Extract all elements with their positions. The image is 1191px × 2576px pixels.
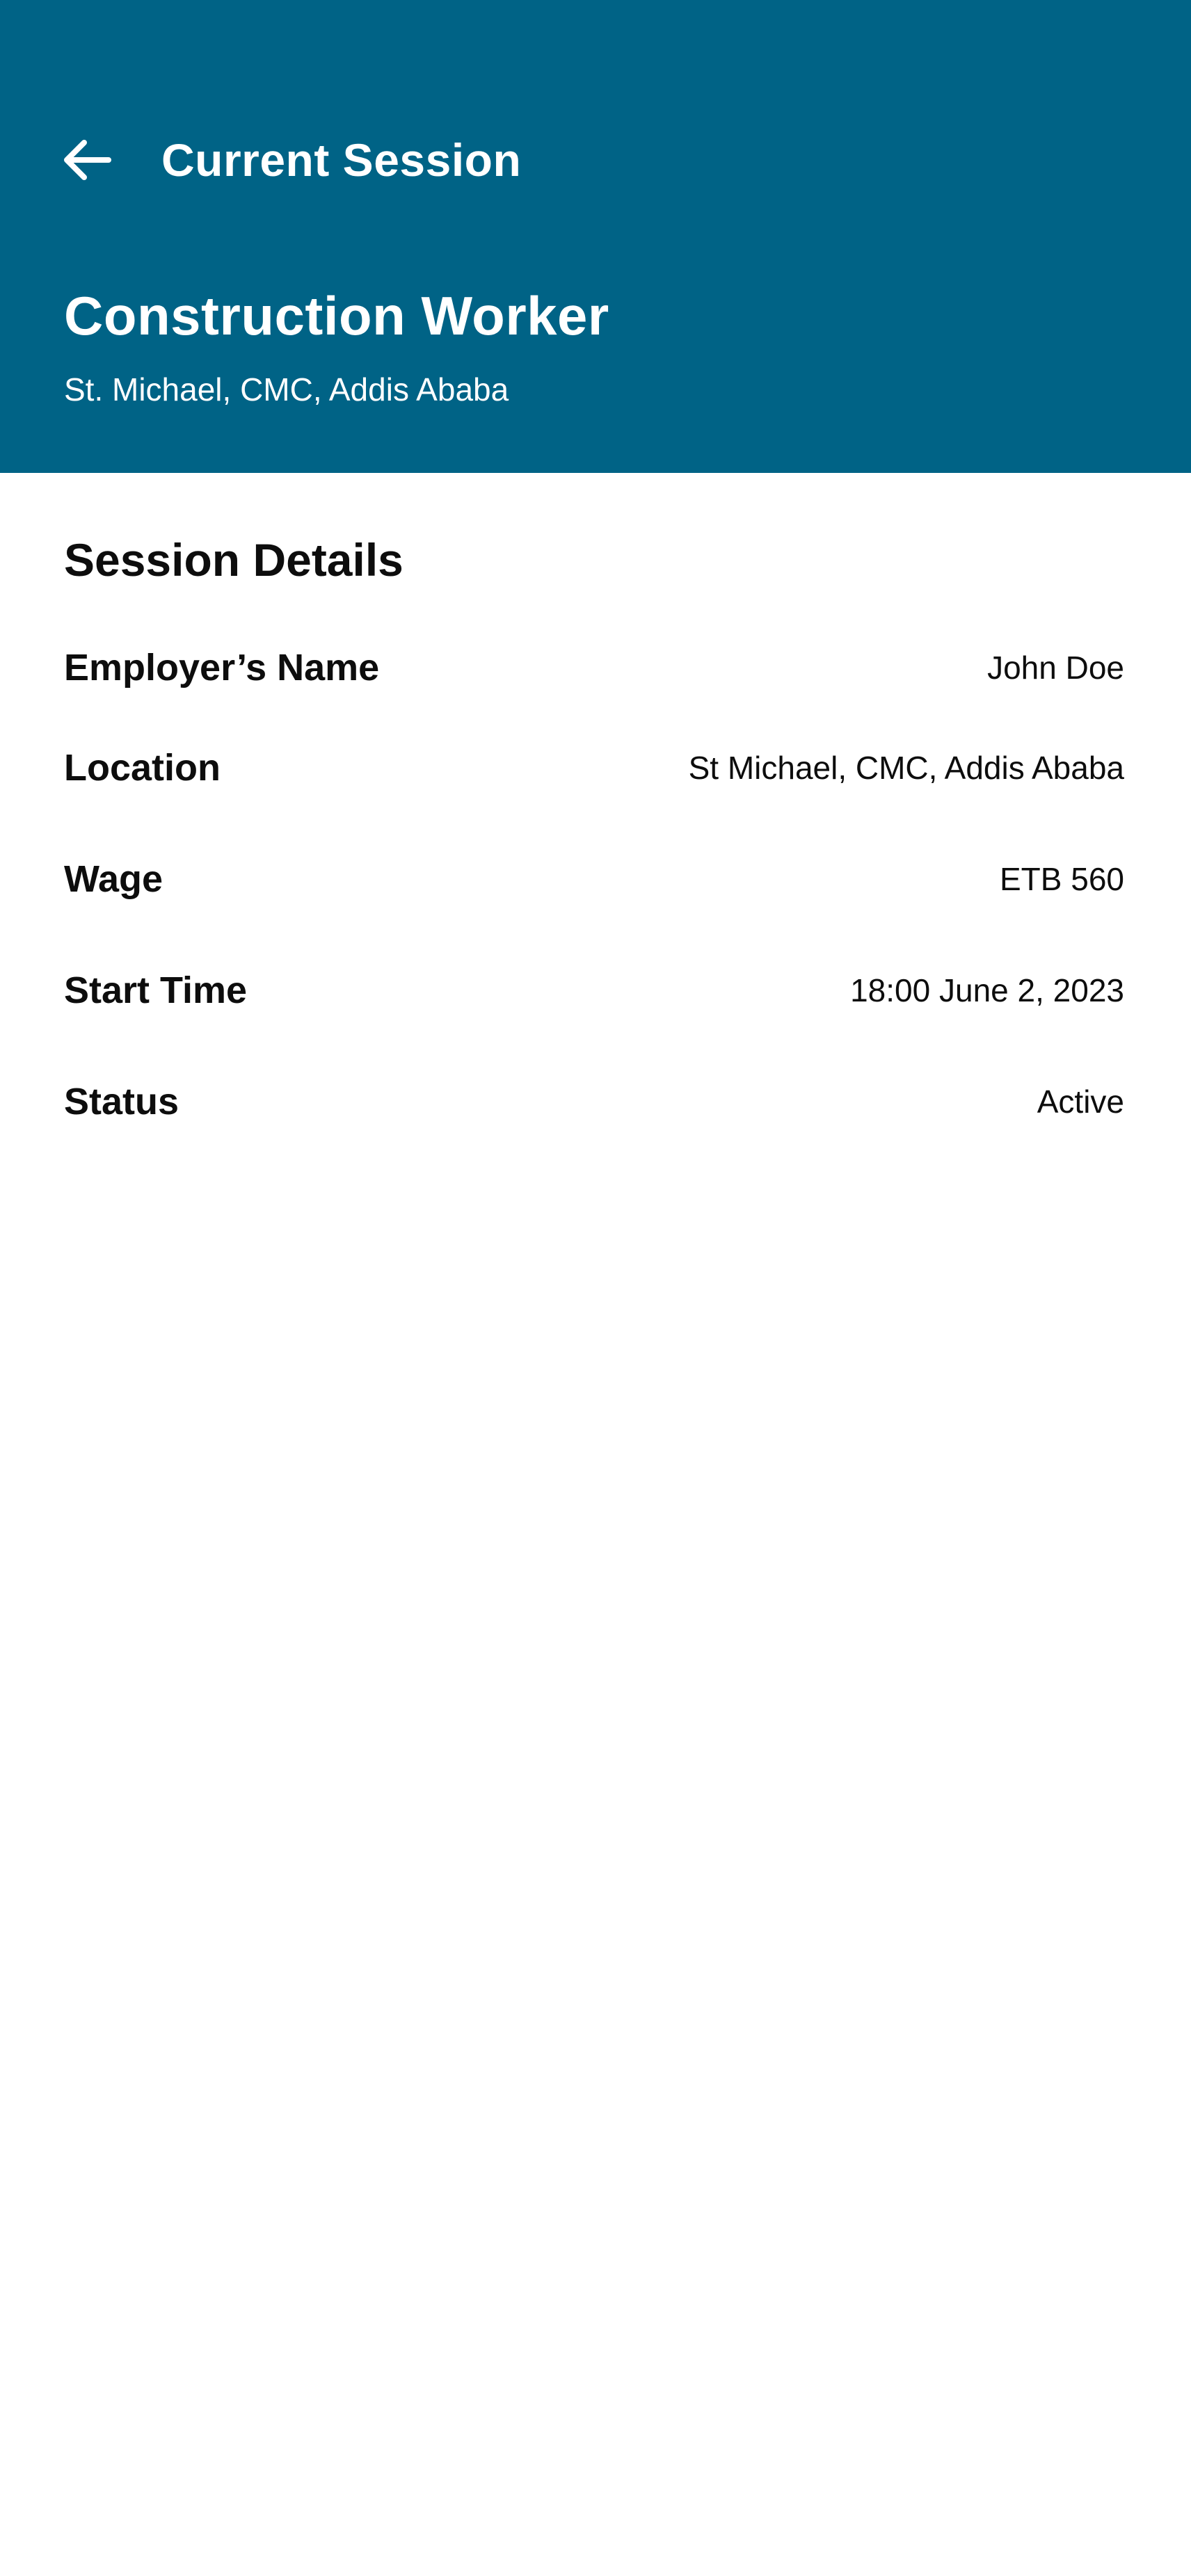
job-location: St. Michael, CMC, Addis Ababa (64, 371, 509, 408)
job-title: Construction Worker (64, 285, 609, 346)
section-title: Session Details (64, 534, 403, 586)
page-title: Current Session (161, 134, 522, 186)
status-value: Active (1037, 1084, 1124, 1120)
detail-label: Employer’s Name (64, 647, 380, 689)
back-button[interactable] (56, 132, 118, 188)
detail-label: Location (64, 747, 221, 789)
detail-row-wage: Wage ETB 560 (64, 851, 1124, 907)
detail-row-start-time: Start Time 18:00 June 2, 2023 (64, 963, 1124, 1018)
detail-label: Start Time (64, 969, 248, 1011)
detail-value: John Doe (987, 650, 1124, 686)
detail-label: Status (64, 1081, 179, 1122)
detail-row-employer-name: Employer’s Name John Doe (64, 640, 1124, 695)
arrow-left-icon (64, 140, 111, 180)
detail-value: St Michael, CMC, Addis Ababa (688, 750, 1124, 786)
detail-label: Wage (64, 858, 163, 900)
app-header: Current Session Construction Worker St. … (0, 0, 1191, 473)
detail-value: 18:00 June 2, 2023 (850, 972, 1124, 1008)
detail-row-location: Location St Michael, CMC, Addis Ababa (64, 740, 1124, 796)
top-bar: Current Session (0, 125, 1191, 195)
detail-value: ETB 560 (1000, 861, 1124, 897)
detail-row-status: Status Active (64, 1074, 1124, 1129)
